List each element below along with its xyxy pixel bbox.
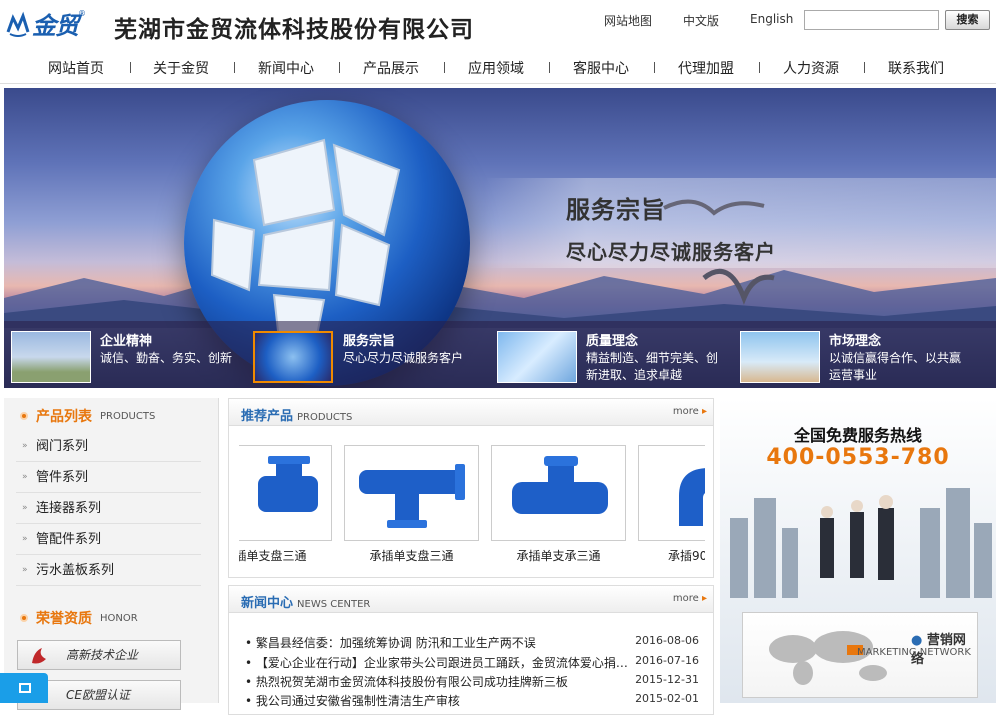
news-more-link[interactable]: more ▸	[673, 593, 707, 604]
search-input[interactable]	[804, 10, 939, 30]
main-nav: 网站首页 关于金贸 新闻中心 产品展示 应用领域 客服中心 代理加盟 人力资源 …	[0, 50, 996, 84]
city-handshake-image	[730, 488, 992, 598]
thumb-desc: 以诚信赢得合作、以共赢运营事业	[829, 351, 962, 382]
pipe-tee-image	[258, 456, 318, 512]
hotline-number: 400-0553-780	[766, 445, 950, 470]
product-name[interactable]: 承插单支盘三通	[239, 547, 332, 564]
hotline-title: 全国免费服务热线	[793, 426, 922, 445]
thumb-desc: 精益制造、细节完美、创新进取、追求卓越	[586, 351, 719, 382]
nav-products[interactable]: 产品展示	[363, 58, 419, 78]
thumb-title: 市场理念	[829, 334, 882, 349]
arrow-icon: »	[22, 472, 28, 482]
category-connectors[interactable]: » 连接器系列	[16, 493, 201, 524]
registered-mark: ®	[78, 9, 86, 18]
nav-news[interactable]: 新闻中心	[258, 58, 314, 78]
logo[interactable]: 金贸 ®	[6, 6, 86, 41]
category-valves[interactable]: » 阀门系列	[16, 431, 201, 462]
nav-divider	[234, 62, 235, 73]
nav-divider	[654, 62, 655, 73]
product-card[interactable]	[344, 445, 479, 541]
chinese-version-link[interactable]: 中文版	[683, 12, 719, 29]
category-sewer-covers[interactable]: » 污水盖板系列	[16, 555, 201, 586]
company-name: 芜湖市金贸流体科技股份有限公司	[114, 17, 474, 43]
products-list-heading: 产品列表 PRODUCTS	[20, 406, 155, 426]
header: 金贸 ® 芜湖市金贸流体科技股份有限公司 网站地图 中文版 English 搜索	[0, 0, 996, 48]
logo-icon	[6, 11, 30, 37]
category-fittings[interactable]: » 管件系列	[16, 462, 201, 493]
thumb-birds-image[interactable]	[497, 331, 577, 383]
product-carousel: 承插单支盘三通 承插单支盘三通 承插单支承三通 承插90	[239, 445, 705, 567]
category-pipe-accessories[interactable]: » 管配件系列	[16, 524, 201, 555]
nav-applications[interactable]: 应用领域	[468, 58, 524, 78]
nav-about[interactable]: 关于金贸	[153, 58, 209, 78]
nav-contact[interactable]: 联系我们	[888, 58, 944, 78]
hero-banner[interactable]: 服务宗旨 尽心尽力尽诚服务客户 企业精神 诚信、勤奋、务实、创新 服务宗旨 尽心…	[4, 88, 996, 388]
pipe-elbow-image	[679, 468, 705, 526]
honor-heading: 荣誉资质 HONOR	[20, 608, 138, 628]
nav-service[interactable]: 客服中心	[573, 58, 629, 78]
product-name[interactable]: 承插90	[638, 547, 705, 564]
recommended-title: 推荐产品 PRODUCTS	[241, 409, 353, 424]
top-links: 网站地图 中文版 English	[604, 12, 824, 29]
recommended-more-link[interactable]: more ▸	[673, 406, 707, 417]
bullet-icon	[20, 614, 28, 622]
english-version-link[interactable]: English	[750, 12, 793, 29]
news-item[interactable]: • 热烈祝贺芜湖市金贸流体科技股份有限公司成功挂牌新三板 2015-12-31	[245, 673, 705, 693]
arrow-icon: »	[22, 503, 28, 513]
bullet-icon	[20, 412, 28, 420]
thumb-title: 企业精神	[100, 334, 153, 349]
arrow-icon: »	[22, 565, 28, 575]
arrow-icon: »	[22, 534, 28, 544]
hightech-logo-icon	[32, 648, 46, 664]
product-card[interactable]	[638, 445, 705, 541]
thumb-title: 服务宗旨	[343, 334, 396, 349]
nav-hr[interactable]: 人力资源	[783, 58, 839, 78]
news-item[interactable]: • 【爱心企业在行动】企业家带头公司跟进员工踊跃，金贸流体爱心捐款… 2016-0…	[245, 654, 705, 674]
arrow-icon: »	[22, 441, 28, 451]
news-item[interactable]: • 我公司通过安徽省强制性清洁生产审核 2015-02-01	[245, 692, 705, 712]
thumb-desc: 诚信、勤奋、务实、创新	[100, 351, 233, 365]
product-card[interactable]	[239, 445, 332, 541]
logo-brand: 金贸	[32, 11, 79, 40]
panel-header: 新闻中心 NEWS CENTER more ▸	[229, 586, 713, 613]
thumb-title: 质量理念	[586, 334, 639, 349]
honor-hightech[interactable]: 高新技术企业	[17, 640, 181, 670]
banner-title: 服务宗旨	[566, 196, 666, 224]
marketing-network-link[interactable]: ● 营销网络 MARKETING NETWORK	[742, 612, 978, 698]
news-panel: 新闻中心 NEWS CENTER more ▸ • 繁昌县经信委：加强统筹协调 防…	[228, 585, 714, 715]
nav-divider	[549, 62, 550, 73]
nav-home[interactable]: 网站首页	[48, 58, 104, 78]
thumb-building-image[interactable]	[11, 331, 91, 383]
mountains-image	[4, 270, 996, 328]
nav-divider	[759, 62, 760, 73]
news-item[interactable]: • 繁昌县经信委：加强统筹协调 防汛和工业生产两不误 2016-08-06	[245, 634, 705, 654]
product-name[interactable]: 承插单支盘三通	[344, 547, 479, 564]
left-sidebar: 产品列表 PRODUCTS » 阀门系列 » 管件系列 » 连接器系列 » 管配件系列 …	[4, 398, 219, 710]
nav-divider	[444, 62, 445, 73]
banner-subtitle: 尽心尽力尽诚服务客户	[566, 240, 776, 264]
pipe-tee-image	[359, 464, 465, 528]
news-title: 新闻中心 NEWS CENTER	[241, 596, 371, 611]
pipe-tee-image	[512, 456, 608, 514]
nav-divider	[339, 62, 340, 73]
banner-thumbnails: 企业精神 诚信、勤奋、务实、创新 服务宗旨 尽心尽力尽诚服务客户 质量理念 精益…	[4, 321, 996, 388]
window-icon	[19, 683, 31, 693]
product-card[interactable]	[491, 445, 626, 541]
thumb-eagle-image[interactable]	[740, 331, 820, 383]
search-button[interactable]: 搜索	[945, 10, 990, 30]
marketing-en: MARKETING NETWORK	[857, 647, 971, 658]
recommended-products-panel: 推荐产品PRODUCTS more ▸ 承插单支盘三通 承插单支盘三通 承插单支…	[228, 398, 714, 578]
floating-chat-button[interactable]	[0, 673, 48, 703]
nav-divider	[130, 62, 131, 73]
right-sidebar: 全国免费服务热线 400-0553-780 ● 营销网络 MARKETING N…	[720, 398, 996, 703]
triangle-icon: ▸	[701, 406, 707, 417]
thumb-desc: 尽心尽力尽诚服务客户	[343, 351, 464, 365]
product-name[interactable]: 承插单支承三通	[491, 547, 626, 564]
triangle-icon: ▸	[701, 593, 707, 604]
nav-divider	[864, 62, 865, 73]
sitemap-link[interactable]: 网站地图	[604, 12, 652, 29]
nav-agency[interactable]: 代理加盟	[678, 58, 734, 78]
thumb-globe-image[interactable]	[253, 331, 333, 383]
panel-header: 推荐产品 PRODUCTS more ▸	[229, 399, 713, 426]
